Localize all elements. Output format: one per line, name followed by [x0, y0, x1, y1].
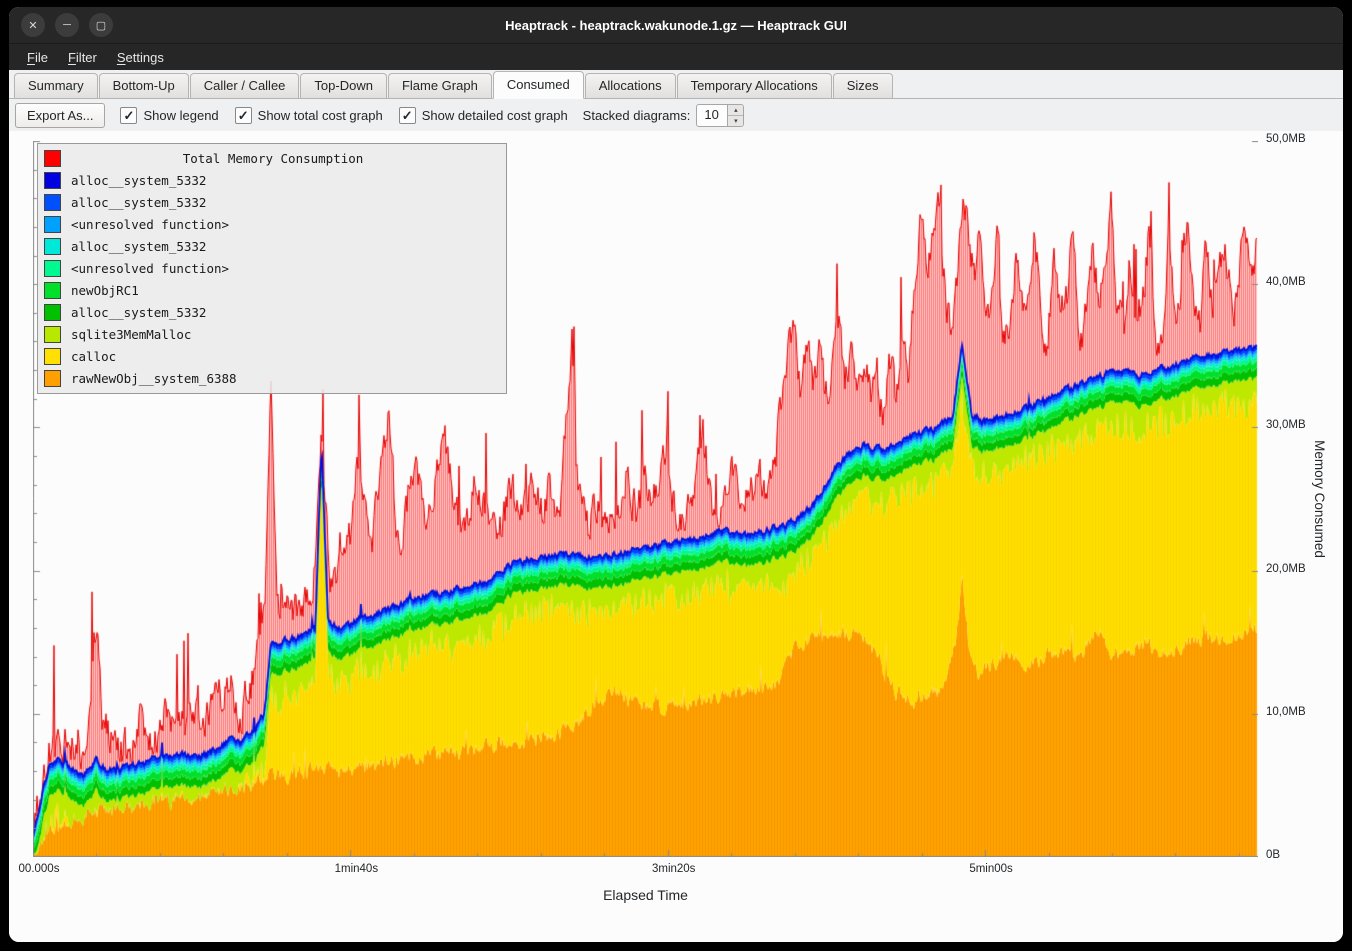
legend-swatch [44, 194, 61, 211]
legend-item: <unresolved function> [38, 257, 506, 279]
legend-items: alloc__system_5332 alloc__system_5332 <unr… [38, 169, 506, 389]
consumed-chart: Total Memory Consumption alloc__system_5… [9, 131, 1343, 942]
legend-label: sqlite3MemMalloc [71, 327, 191, 342]
y-axis-label: 0B [1266, 849, 1280, 861]
tab-top-down[interactable]: Top-Down [300, 73, 387, 98]
tab-allocations[interactable]: Allocations [585, 73, 676, 98]
legend-item: calloc [38, 345, 506, 367]
legend-item: alloc__system_5332 [38, 301, 506, 323]
legend-item: newObjRC1 [38, 279, 506, 301]
legend-item: sqlite3MemMalloc [38, 323, 506, 345]
x-axis-label: 1min40s [335, 863, 378, 875]
checkbox-box[interactable]: ✓ [235, 107, 252, 124]
legend-item: alloc__system_5332 [38, 235, 506, 257]
legend-swatch [44, 216, 61, 233]
stacked-diagrams-spinbox[interactable]: 10 ▴ ▾ [696, 104, 744, 127]
legend-item: rawNewObj__system_6388 [38, 367, 506, 389]
legend-item: alloc__system_5332 [38, 169, 506, 191]
menu-item-filter[interactable]: Filter [58, 44, 107, 70]
checkbox-box[interactable]: ✓ [399, 107, 416, 124]
legend-label: <unresolved function> [71, 261, 229, 276]
tab-summary[interactable]: Summary [14, 73, 98, 98]
stacked-diagrams-control: Stacked diagrams: 10 ▴ ▾ [583, 104, 745, 127]
checkbox-show-detailed-cost-graph[interactable]: ✓ Show detailed cost graph [399, 107, 568, 124]
x-axis-label: 3min20s [652, 863, 695, 875]
legend-label: newObjRC1 [71, 283, 139, 298]
y-axis-label: 30,0MB [1266, 419, 1306, 431]
tab-caller-callee[interactable]: Caller / Callee [190, 73, 300, 98]
chart-legend: Total Memory Consumption alloc__system_5… [37, 143, 507, 394]
tab-sizes[interactable]: Sizes [833, 73, 893, 98]
x-axis-label: 5min00s [969, 863, 1012, 875]
tab-flame-graph[interactable]: Flame Graph [388, 73, 492, 98]
heaptrack-window: ✕─▢ Heaptrack - heaptrack.wakunode.1.gz … [9, 7, 1343, 942]
legend-item: alloc__system_5332 [38, 191, 506, 213]
legend-swatch [44, 326, 61, 343]
legend-swatch [44, 282, 61, 299]
legend-swatch [44, 348, 61, 365]
stacked-diagrams-value[interactable]: 10 [697, 105, 727, 126]
legend-title-row: Total Memory Consumption [38, 147, 506, 169]
checkbox-label: Show legend [143, 108, 218, 123]
tab-bottom-up[interactable]: Bottom-Up [99, 73, 189, 98]
export-as-button[interactable]: Export As... [15, 103, 105, 128]
tab-bar: SummaryBottom-UpCaller / CalleeTop-DownF… [9, 70, 1343, 99]
legend-label: alloc__system_5332 [71, 195, 206, 210]
legend-swatch [44, 370, 61, 387]
menu-item-file[interactable]: File [17, 44, 58, 70]
legend-title: Total Memory Consumption [71, 151, 475, 166]
legend-swatch [44, 260, 61, 277]
legend-swatch [44, 172, 61, 189]
toolbar: Export As... ✓ Show legend ✓ Show total cos… [9, 99, 1343, 132]
y-axis-label: 50,0MB [1266, 133, 1306, 145]
x-axis-label: 00.000s [19, 863, 60, 875]
legend-label: calloc [71, 349, 116, 364]
tab-temporary-allocations[interactable]: Temporary Allocations [677, 73, 832, 98]
checkbox-box[interactable]: ✓ [120, 107, 137, 124]
checkbox-label: Show detailed cost graph [422, 108, 568, 123]
screen: ✕─▢ Heaptrack - heaptrack.wakunode.1.gz … [0, 0, 1352, 951]
y-axis-label: 10,0MB [1266, 706, 1306, 718]
checkbox-show-total-cost-graph[interactable]: ✓ Show total cost graph [235, 107, 383, 124]
stacked-diagrams-label: Stacked diagrams: [583, 108, 691, 123]
spinner-buttons: ▴ ▾ [727, 105, 743, 126]
legend-swatch [44, 238, 61, 255]
legend-label: <unresolved function> [71, 217, 229, 232]
tab-consumed[interactable]: Consumed [493, 71, 584, 99]
menu-item-settings[interactable]: Settings [107, 44, 174, 70]
spinner-down-icon[interactable]: ▾ [728, 116, 743, 126]
legend-label: alloc__system_5332 [71, 173, 206, 188]
window-title: Heaptrack - heaptrack.wakunode.1.gz — He… [9, 7, 1343, 43]
legend-label: rawNewObj__system_6388 [71, 371, 237, 386]
checkbox-show-legend[interactable]: ✓ Show legend [120, 107, 218, 124]
legend-swatch [44, 304, 61, 321]
x-axis-title: Elapsed Time [33, 887, 1258, 903]
legend-total-swatch [44, 150, 61, 167]
y-axis-title: Memory Consumed [1312, 440, 1327, 558]
legend-item: <unresolved function> [38, 213, 506, 235]
checkbox-label: Show total cost graph [258, 108, 383, 123]
legend-label: alloc__system_5332 [71, 305, 206, 320]
legend-label: alloc__system_5332 [71, 239, 206, 254]
titlebar[interactable]: ✕─▢ Heaptrack - heaptrack.wakunode.1.gz … [9, 7, 1343, 44]
y-axis-label: 20,0MB [1266, 563, 1306, 575]
spinner-up-icon[interactable]: ▴ [728, 105, 743, 116]
menu-bar: FileFilterSettings [9, 44, 1343, 70]
toolbar-checkboxes: ✓ Show legend ✓ Show total cost graph ✓ Show … [120, 107, 567, 124]
y-axis-label: 40,0MB [1266, 276, 1306, 288]
